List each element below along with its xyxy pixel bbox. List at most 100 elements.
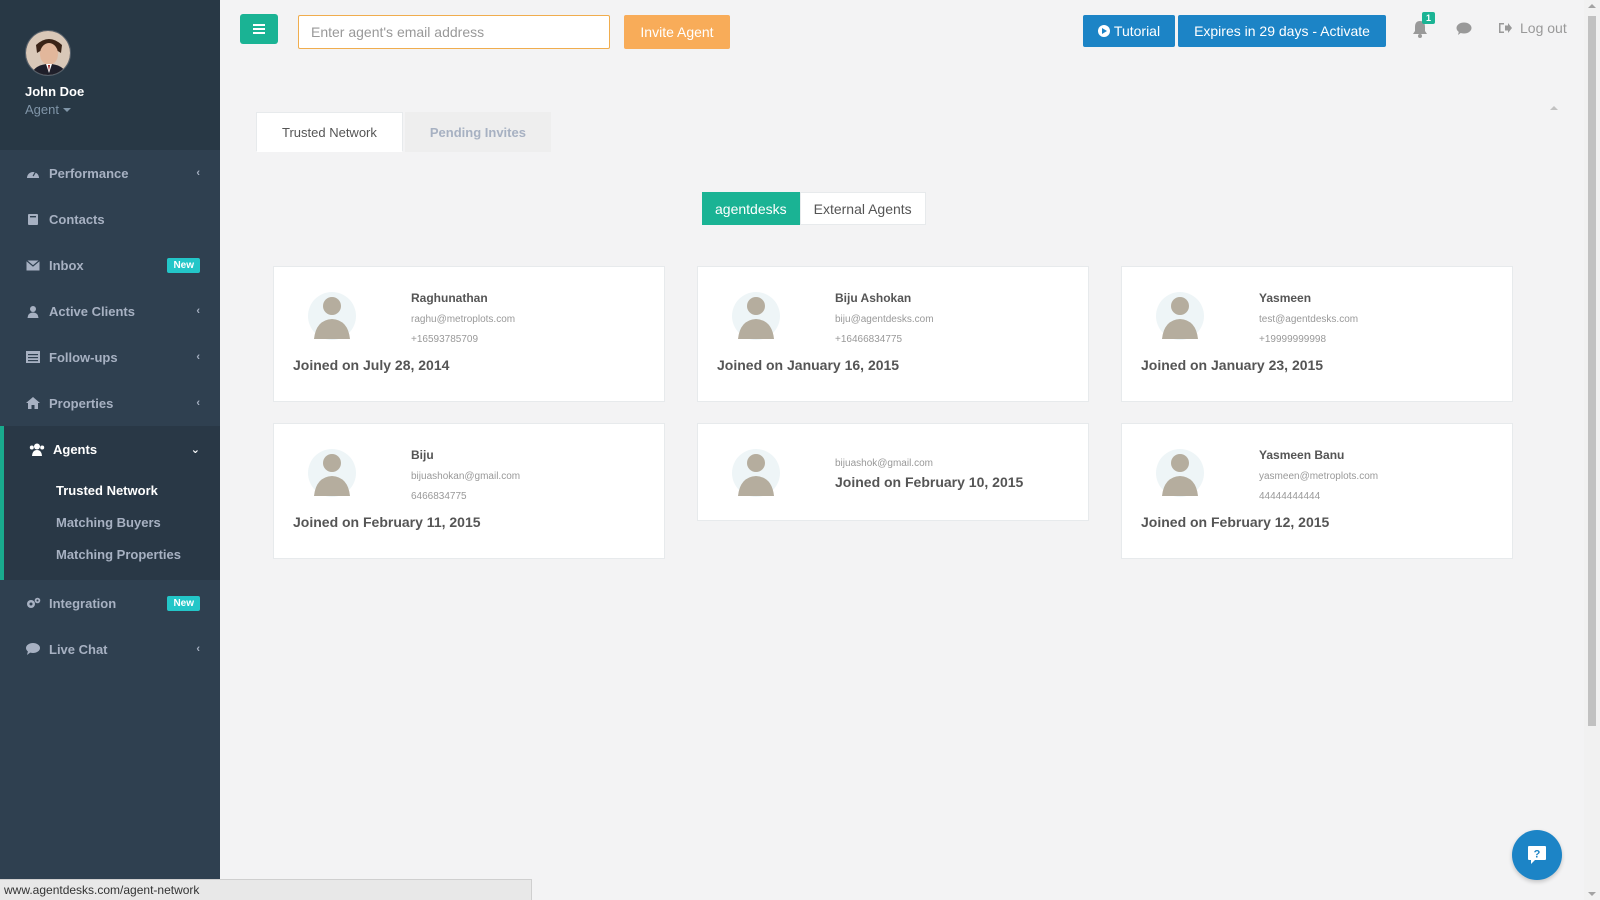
agent-email-input[interactable] [298, 15, 610, 49]
sidebar-item-performance[interactable]: Performance ‹ [0, 150, 220, 196]
agent-card[interactable]: bijuashok@gmail.com Joined on February 10… [697, 423, 1089, 521]
agent-joined-date: Joined on July 28, 2014 [293, 357, 450, 373]
agent-joined-date: Joined on January 23, 2015 [1141, 357, 1324, 373]
question-bubble-icon: ? [1528, 846, 1546, 864]
sidebar-item-label: Live Chat [49, 641, 108, 657]
agent-joined-date: Joined on January 16, 2015 [717, 357, 900, 373]
tutorial-label: Tutorial [1113, 23, 1161, 39]
tab-trusted-network[interactable]: Trusted Network [256, 112, 403, 152]
sidebar-item-label: Contacts [49, 211, 105, 227]
agent-avatar-placeholder-icon [732, 289, 780, 343]
agent-email: yasmeen@metroplots.com [1259, 471, 1379, 482]
external-agents-toggle-button[interactable]: External Agents [799, 192, 926, 225]
agent-joined-date: Joined on February 10, 2015 [835, 474, 1024, 490]
sidebar-item-agents[interactable]: Agents ⌄ [0, 426, 220, 472]
menu-toggle-button[interactable] [240, 14, 278, 44]
agent-info: Biju Ashokan biju@agentdesks.com +16466834… [835, 291, 934, 345]
dashboard-icon [25, 166, 41, 180]
agent-source-toggle: agentdesks External Agents [702, 192, 926, 225]
topbar: Invite Agent Tutorial Expires in 29 days… [220, 0, 1600, 62]
help-chat-button[interactable]: ? [1512, 830, 1562, 880]
profile-role-dropdown[interactable]: Agent [25, 102, 220, 117]
agent-email: bijuashokan@gmail.com [411, 471, 521, 482]
agent-name: Yasmeen Banu [1259, 448, 1345, 462]
agents-submenu: Trusted Network Matching Buyers Matching… [0, 472, 220, 580]
agent-avatar-placeholder-icon [732, 446, 780, 500]
chevron-left-icon: ‹ [196, 167, 200, 179]
sign-out-icon [1499, 23, 1512, 33]
activate-subscription-button[interactable]: Expires in 29 days - Activate [1178, 15, 1386, 47]
agent-email: raghu@metroplots.com [411, 314, 516, 325]
agent-email: bijuashok@gmail.com [835, 458, 933, 469]
agent-phone: +19999999998 [1259, 334, 1327, 345]
submenu-item-matching-buyers[interactable]: Matching Buyers [4, 506, 220, 538]
logout-label: Log out [1520, 20, 1567, 36]
browser-status-url: www.agentdesks.com/agent-network [0, 879, 532, 900]
profile-role-label: Agent [25, 102, 59, 117]
home-icon [25, 396, 41, 410]
agent-card[interactable]: Biju bijuashokan@gmail.com 6466834775 Joine… [273, 423, 665, 559]
sidebar-item-live-chat[interactable]: Live Chat ‹ [0, 626, 220, 672]
agent-card[interactable]: Yasmeen test@agentdesks.com +19999999998 Jo… [1121, 266, 1513, 402]
agent-phone: 6466834775 [411, 491, 467, 502]
agent-joined-date: Joined on February 12, 2015 [1141, 514, 1330, 530]
agent-info: Biju bijuashokan@gmail.com 6466834775 [411, 448, 520, 502]
user-icon [25, 304, 41, 318]
agent-info: bijuashok@gmail.com [835, 448, 933, 469]
agent-card[interactable]: Biju Ashokan biju@agentdesks.com +16466834… [697, 266, 1089, 402]
sidebar-item-label: Agents [53, 441, 98, 457]
sidebar-item-integration[interactable]: Integration New [0, 580, 220, 626]
avatar[interactable] [25, 30, 71, 76]
submenu-item-trusted-network[interactable]: Trusted Network [4, 474, 220, 506]
agentdesks-toggle-button[interactable]: agentdesks [702, 192, 800, 225]
agent-joined-date: Joined on February 11, 2015 [293, 514, 481, 530]
network-tabs: Trusted Network Pending Invites [256, 112, 551, 152]
agent-info: Yasmeen Banu yasmeen@metroplots.com 444444… [1259, 448, 1378, 502]
scroll-down-arrow-icon[interactable] [1588, 892, 1596, 896]
sidebar-item-follow-ups[interactable]: Follow-ups ‹ [0, 334, 220, 380]
sidebar-item-contacts[interactable]: Contacts [0, 196, 220, 242]
sidebar-item-active-clients[interactable]: Active Clients ‹ [0, 288, 220, 334]
sidebar-item-label: Performance [49, 165, 129, 181]
scroll-up-arrow-icon[interactable] [1588, 4, 1596, 8]
agent-info: Yasmeen test@agentdesks.com +19999999998 [1259, 291, 1358, 345]
agent-phone: +16466834775 [835, 334, 903, 345]
agent-card[interactable]: Yasmeen Banu yasmeen@metroplots.com 444444… [1121, 423, 1513, 559]
sidebar-item-label: Active Clients [49, 303, 135, 319]
chat-icon[interactable] [1456, 22, 1472, 36]
users-icon [29, 442, 45, 456]
agent-phone: +16593785709 [411, 334, 479, 345]
sidebar-item-properties[interactable]: Properties ‹ [0, 380, 220, 426]
chevron-down-icon: ⌄ [190, 443, 200, 456]
agent-avatar-placeholder-icon [308, 289, 356, 343]
tutorial-button[interactable]: Tutorial [1083, 15, 1175, 47]
sidebar-item-label: Properties [49, 395, 114, 411]
agent-email: biju@agentdesks.com [835, 314, 934, 325]
comment-icon [25, 642, 41, 656]
invite-agent-button[interactable]: Invite Agent [624, 15, 730, 49]
logout-link[interactable]: Log out [1498, 20, 1567, 36]
profile-block: John Doe Agent [0, 0, 220, 150]
agent-info: Raghunathan raghu@metroplots.com +16593785… [411, 291, 515, 345]
agent-avatar-placeholder-icon [1156, 446, 1204, 500]
caret-down-icon [62, 107, 71, 112]
sidebar-item-label: Follow-ups [49, 349, 118, 365]
play-circle-icon [1097, 25, 1110, 37]
agent-phone: 44444444444 [1259, 491, 1321, 502]
collapse-panel-icon[interactable] [1550, 106, 1558, 110]
vertical-scrollbar[interactable] [1584, 0, 1600, 900]
chevron-left-icon: ‹ [196, 397, 200, 409]
tab-pending-invites[interactable]: Pending Invites [404, 112, 551, 152]
agent-email: test@agentdesks.com [1259, 314, 1359, 325]
sidebar-item-label: Inbox [49, 257, 84, 273]
submenu-item-matching-properties[interactable]: Matching Properties [4, 538, 220, 570]
list-icon [25, 350, 41, 364]
svg-text:?: ? [1534, 849, 1541, 861]
agent-avatar-placeholder-icon [1156, 289, 1204, 343]
sidebar-item-inbox[interactable]: Inbox New [0, 242, 220, 288]
hamburger-icon [253, 28, 265, 30]
agent-card[interactable]: Raghunathan raghu@metroplots.com +16593785… [273, 266, 665, 402]
scrollbar-thumb[interactable] [1588, 16, 1596, 726]
new-badge: New [167, 595, 200, 611]
notification-count-badge: 1 [1422, 12, 1436, 24]
